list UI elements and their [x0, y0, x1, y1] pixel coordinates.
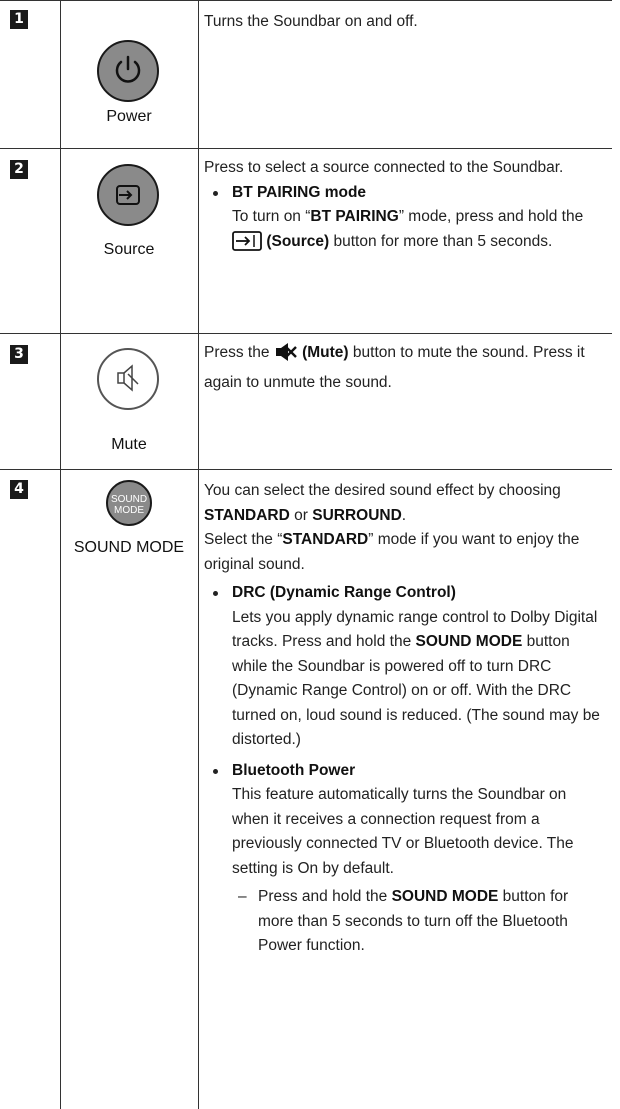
mute-inline-icon [274, 342, 298, 371]
bt-pairing-bullet: BT PAIRING mode To turn on “BT PAIRING” … [204, 181, 602, 260]
row-number-badge: 4 [10, 480, 28, 499]
dash-mark: – [238, 888, 247, 905]
row-divider-3 [0, 469, 612, 470]
source-icon [116, 185, 140, 205]
drc-title: DRC (Dynamic Range Control) [232, 584, 456, 601]
source-label: Source [103, 241, 155, 258]
bullet-dot [213, 591, 218, 596]
sound-mode-paragraph-1: You can select the desired sound effect … [204, 482, 561, 524]
sound-mode-label: SOUND MODE [73, 539, 185, 556]
mute-button[interactable] [97, 348, 159, 410]
bt-pairing-title: BT PAIRING mode [232, 183, 367, 201]
source-description: Press to select a source connected to th… [204, 156, 602, 259]
bluetooth-power-subitem: – Press and hold the SOUND MODE button f… [204, 885, 602, 959]
source-inline-icon [232, 230, 262, 260]
mute-description: Press the (Mute) button to mute the soun… [204, 341, 602, 395]
source-button[interactable] [97, 164, 159, 226]
bluetooth-power-title: Bluetooth Power [232, 761, 356, 779]
bluetooth-power-subitem-text: Press and hold the SOUND MODE button for… [258, 888, 569, 954]
drc-bullet: DRC (Dynamic Range Control) Lets you app… [204, 581, 602, 753]
power-label: Power [106, 108, 152, 125]
feature-table: 1 Power Turns the Soundbar on and off. 2… [0, 0, 620, 1109]
power-button[interactable] [97, 40, 159, 102]
table-top-rule [0, 0, 612, 1]
row-number-badge: 2 [10, 160, 28, 179]
mute-label: Mute [111, 436, 147, 453]
sound-mode-paragraph-2: Select the “STANDARD” mode if you want t… [204, 531, 580, 573]
row-number-badge: 3 [10, 345, 28, 364]
sound-mode-button[interactable]: SOUND MODE [106, 480, 152, 526]
bluetooth-power-text: This feature automatically turns the Sou… [232, 786, 574, 877]
power-description: Turns the Soundbar on and off. [204, 10, 602, 35]
sound-mode-button-icon: SOUND MODE [110, 494, 148, 516]
drc-text: Lets you apply dynamic range control to … [232, 608, 600, 749]
bluetooth-power-bullet: Bluetooth Power This feature automatical… [204, 759, 602, 882]
row-divider-2 [0, 333, 612, 334]
power-icon [115, 55, 141, 83]
bullet-dot [213, 768, 218, 774]
power-description-text: Turns the Soundbar on and off. [204, 13, 418, 30]
bullet-dot [213, 190, 218, 196]
source-description-text: Press to select a source connected to th… [204, 159, 564, 176]
mute-icon [117, 364, 139, 392]
row-number-badge: 1 [10, 10, 28, 29]
column-divider-2 [198, 0, 199, 1109]
row-divider-1 [0, 148, 612, 149]
bt-pairing-text: To turn on “BT PAIRING” mode, press and … [232, 205, 602, 259]
mute-description-text: Press the (Mute) button to mute the soun… [204, 342, 585, 391]
sound-mode-description: You can select the desired sound effect … [204, 479, 602, 959]
